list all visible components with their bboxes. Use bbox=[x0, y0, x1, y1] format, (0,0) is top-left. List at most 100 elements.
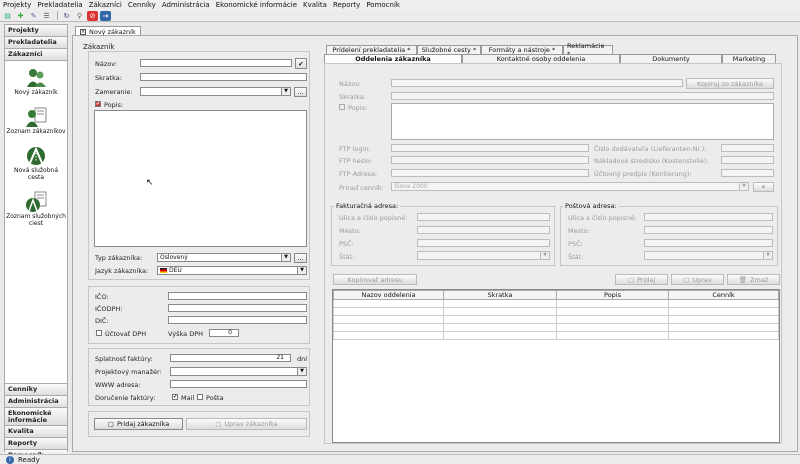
tab-dokumenty[interactable]: Dokumenty bbox=[620, 54, 722, 63]
post-mesto-input[interactable] bbox=[644, 226, 773, 234]
uctovat-dph-checkbox[interactable] bbox=[96, 330, 102, 336]
menu-item-0[interactable]: Projekty bbox=[3, 1, 31, 9]
edit-customer-button[interactable]: ▢ Uprav zákazníka bbox=[186, 418, 307, 430]
mail-checkbox[interactable]: ✔ bbox=[172, 394, 178, 400]
sidebar-section-cenniky[interactable]: Cenníky bbox=[5, 383, 67, 395]
table-row[interactable] bbox=[333, 299, 779, 308]
sidebar-item-label: Nový zákazník bbox=[14, 89, 58, 96]
fakt-mesto-input[interactable] bbox=[417, 226, 550, 234]
odd-skratka-input[interactable] bbox=[391, 92, 774, 100]
post-psc-input[interactable] bbox=[644, 239, 773, 247]
zameranie-ellipsis-button[interactable]: ... bbox=[294, 87, 307, 97]
odd-popis-checkbox[interactable] bbox=[339, 104, 345, 110]
cislo-dodavatela-input[interactable] bbox=[721, 144, 774, 152]
popis-checkbox[interactable]: ✔ bbox=[95, 101, 101, 107]
sidebar-item-new-trip[interactable]: Nová služobná cesta bbox=[5, 141, 67, 181]
new-icon[interactable]: ▤ bbox=[2, 11, 13, 21]
tab-kontaktne-osoby[interactable]: Kontaktné osoby oddelenia bbox=[462, 54, 620, 63]
edit-icon[interactable]: ✎ bbox=[28, 11, 39, 21]
splatnost-spinner[interactable]: 21 bbox=[170, 354, 291, 362]
post-ulica-input[interactable] bbox=[644, 213, 773, 221]
cennik-action-button[interactable]: ⚭ bbox=[753, 182, 774, 192]
menu-item-2[interactable]: Zákazníci bbox=[89, 1, 122, 9]
exit-icon[interactable]: ⇥ bbox=[100, 10, 111, 21]
menu-item-6[interactable]: Kvalita bbox=[303, 1, 327, 9]
sidebar-section-administracia[interactable]: Administrácia bbox=[5, 395, 67, 407]
jazyk-select[interactable]: DEU ▼ bbox=[157, 266, 307, 275]
fakt-psc-input[interactable] bbox=[417, 239, 550, 247]
sidebar-item-customer-list[interactable]: Zoznam zákazníkov bbox=[5, 102, 67, 135]
chevron-down-icon: ▼ bbox=[540, 252, 549, 259]
add-customer-button[interactable]: ▢ Pridaj zákazníka bbox=[94, 418, 183, 430]
uprav-oddelenie-button[interactable]: ▢ Uprav bbox=[671, 274, 724, 285]
menu-item-8[interactable]: Pomocník bbox=[366, 1, 400, 9]
dic-input[interactable] bbox=[168, 316, 307, 324]
ftp-heslo-input[interactable] bbox=[391, 156, 589, 164]
list-icon[interactable]: ☰ bbox=[41, 11, 52, 21]
pridaj-oddelenie-button[interactable]: ▢ Pridaj bbox=[615, 274, 668, 285]
sidebar-item-label: Zoznam zákazníkov bbox=[6, 128, 66, 135]
uctovat-dph-label: Účtovať DPH bbox=[105, 330, 147, 338]
uctovny-predpis-input[interactable] bbox=[721, 169, 774, 177]
manazer-select[interactable]: ▼ bbox=[170, 367, 307, 376]
tab-sluzobne-cesty[interactable]: Služobné cesty * bbox=[417, 45, 481, 54]
sidebar-section-reporty[interactable]: Reporty bbox=[5, 437, 67, 449]
kopirovat-adresu-button[interactable]: Kopírovať adresu bbox=[333, 274, 417, 285]
sidebar-section-zakaznici[interactable]: Zákazníci bbox=[5, 49, 67, 61]
tab-formaty-nastroje[interactable]: Formáty a nástroje * bbox=[481, 45, 563, 54]
confirm-button[interactable]: ✔ bbox=[295, 58, 307, 69]
zmaz-oddelenie-button[interactable]: 🗑 Zmaž bbox=[727, 274, 780, 285]
sidebar-section-projekty[interactable]: Projekty bbox=[5, 25, 67, 37]
tab-reklamacie[interactable]: Reklamácie * bbox=[563, 42, 613, 58]
post-stat-select[interactable]: ▼ bbox=[644, 251, 773, 260]
table-row[interactable] bbox=[333, 331, 779, 340]
menu-item-1[interactable]: Prekladatelia bbox=[37, 1, 82, 9]
fakt-stat-select[interactable]: ▼ bbox=[417, 251, 550, 260]
nakladove-stredisko-input[interactable] bbox=[721, 156, 774, 164]
table-row[interactable] bbox=[333, 323, 779, 332]
odd-popis-textarea[interactable] bbox=[391, 103, 774, 140]
ico-input[interactable] bbox=[168, 292, 307, 300]
sidebar-item-new-customer[interactable]: Nový zákazník bbox=[5, 63, 67, 96]
sidebar-section-ekonomicke[interactable]: Ekonomické informácie bbox=[5, 407, 67, 425]
table-row[interactable] bbox=[333, 315, 779, 324]
fakt-ulica-input[interactable] bbox=[417, 213, 550, 221]
zameranie-select[interactable]: ▼ bbox=[140, 87, 291, 96]
kopiruj-zo-zakaznika-button[interactable]: Kopíruj zo zákazníka bbox=[686, 78, 774, 89]
col-popis[interactable]: Popis bbox=[556, 290, 669, 300]
stop-icon[interactable]: ⊘ bbox=[87, 10, 98, 21]
menu-item-3[interactable]: Cenníky bbox=[128, 1, 156, 9]
odd-nazov-input[interactable] bbox=[391, 79, 683, 87]
skratka-input[interactable] bbox=[140, 73, 307, 81]
close-icon[interactable]: × bbox=[80, 28, 86, 35]
menu-item-5[interactable]: Ekonomické informácie bbox=[216, 1, 297, 9]
filter-icon[interactable]: ⚲ bbox=[74, 11, 85, 21]
new-trip-icon bbox=[27, 146, 45, 165]
vyska-dph-spinner[interactable]: 0 bbox=[209, 329, 239, 337]
typ-ellipsis-button[interactable]: ... bbox=[294, 253, 307, 263]
ftp-login-input[interactable] bbox=[391, 144, 589, 152]
tab-oddelenia-zakaznika[interactable]: Oddelenia zákazníka bbox=[324, 54, 462, 63]
col-skratka[interactable]: Skratka bbox=[443, 290, 557, 300]
typ-select[interactable]: Oslovený ▼ bbox=[157, 253, 291, 262]
sidebar-section-kvalita[interactable]: Kvalita bbox=[5, 425, 67, 437]
pridaj-label: Pridaj bbox=[636, 275, 656, 284]
tab-marketing[interactable]: Marketing bbox=[722, 54, 776, 63]
col-nazov-oddelenia[interactable]: Nazov oddelenia bbox=[333, 290, 444, 300]
menu-item-4[interactable]: Administrácia bbox=[162, 1, 210, 9]
nazov-input[interactable] bbox=[140, 59, 292, 67]
popis-textarea[interactable] bbox=[94, 110, 307, 247]
tab-pridelenie-prekladatelia[interactable]: Prídelení prekladatelia * bbox=[326, 45, 417, 54]
add-icon[interactable]: ✚ bbox=[15, 11, 26, 21]
table-row[interactable] bbox=[333, 307, 779, 316]
www-input[interactable] bbox=[170, 380, 307, 388]
col-cennik[interactable]: Cenník bbox=[668, 290, 779, 300]
menu-item-7[interactable]: Reporty bbox=[333, 1, 360, 9]
sidebar-item-trip-list[interactable]: Zoznam služobných ciest bbox=[5, 187, 67, 227]
refresh-icon[interactable]: ↻ bbox=[61, 11, 72, 21]
icdph-input[interactable] bbox=[168, 304, 307, 312]
posta-checkbox[interactable] bbox=[197, 394, 203, 400]
priradcennik-select[interactable]: Slova 2000 ▼ bbox=[391, 182, 749, 191]
ftp-adresa-input[interactable] bbox=[391, 169, 589, 177]
sidebar-section-prekladatelia[interactable]: Prekladatelia bbox=[5, 37, 67, 49]
